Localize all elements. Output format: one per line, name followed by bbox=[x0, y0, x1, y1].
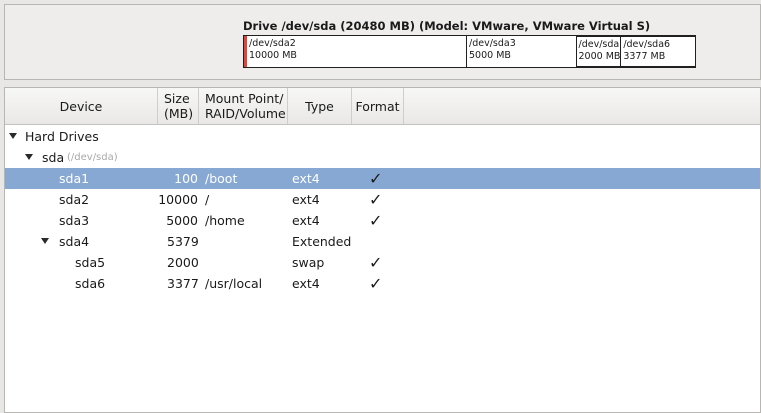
format-check-icon: ✓ bbox=[369, 169, 383, 188]
drive-partition-bar: /dev/sda2 10000 MB /dev/sda3 5000 MB /de… bbox=[243, 35, 696, 68]
filesystem-type: ext4 bbox=[292, 171, 320, 186]
segment-name: /dev/sda3 bbox=[469, 38, 516, 49]
device-name: sda3 bbox=[59, 213, 90, 228]
partition-size: 2000 bbox=[167, 255, 199, 270]
filesystem-type: ext4 bbox=[292, 276, 320, 291]
partition-segment-sda2[interactable]: /dev/sda2 10000 MB bbox=[244, 36, 467, 67]
partition-size: 10000 bbox=[158, 192, 198, 207]
partition-size: 5000 bbox=[166, 213, 198, 228]
drive-title: Drive /dev/sda (20480 MB) (Model: VMware… bbox=[243, 19, 651, 33]
format-check-icon: ✓ bbox=[369, 211, 383, 230]
column-header-mount-point[interactable]: Mount Point/ RAID/Volume bbox=[199, 88, 288, 124]
partition-size: 100 bbox=[174, 171, 198, 186]
partition-row-sda2[interactable]: sda2 10000 / ext4 ✓ bbox=[5, 189, 760, 210]
partition-row-sda4[interactable]: sda4 5379 Extended bbox=[5, 231, 760, 252]
mount-point: / bbox=[205, 192, 210, 207]
segment-name: /dev/sda bbox=[578, 39, 620, 50]
partition-tree-view[interactable]: Device Size (MB) Mount Point/ RAID/Volum… bbox=[4, 87, 761, 413]
partition-segment-sda3[interactable]: /dev/sda3 5000 MB bbox=[467, 36, 577, 67]
segment-size: 3377 MB bbox=[623, 51, 666, 62]
segment-size: 5000 MB bbox=[469, 50, 511, 61]
size-label-line2: (MB) bbox=[164, 106, 194, 121]
tree-row-disk-sda[interactable]: sda (/dev/sda) bbox=[5, 147, 760, 168]
column-header-format-label: Format bbox=[355, 98, 400, 114]
device-name: sda2 bbox=[59, 192, 90, 207]
format-check-icon: ✓ bbox=[369, 274, 383, 293]
partition-row-sda3[interactable]: sda3 5000 /home ext4 ✓ bbox=[5, 210, 760, 231]
disk-path: (/dev/sda) bbox=[67, 152, 118, 163]
column-header-device[interactable]: Device bbox=[5, 88, 158, 124]
segment-name: /dev/sda6 bbox=[623, 39, 671, 50]
mount-point: /boot bbox=[205, 171, 238, 186]
segment-name: /dev/sda2 bbox=[249, 38, 296, 49]
tree-row-hard-drives[interactable]: Hard Drives bbox=[5, 126, 760, 147]
partition-row-sda6[interactable]: sda6 3377 /usr/local ext4 ✓ bbox=[5, 273, 760, 294]
mount-label-line1: Mount Point/ bbox=[205, 91, 284, 106]
partition-segment-sda5[interactable]: /dev/sda 2000 MB bbox=[576, 36, 622, 67]
partition-row-sda5[interactable]: sda5 2000 swap ✓ bbox=[5, 252, 760, 273]
device-name: sda6 bbox=[75, 276, 106, 291]
column-header-bar: Device Size (MB) Mount Point/ RAID/Volum… bbox=[5, 88, 760, 125]
column-header-type[interactable]: Type bbox=[288, 88, 352, 124]
device-name: sda5 bbox=[75, 255, 106, 270]
partition-size: 5379 bbox=[167, 234, 199, 249]
format-check-icon: ✓ bbox=[369, 253, 383, 272]
filesystem-type: swap bbox=[292, 255, 325, 270]
filesystem-type: ext4 bbox=[292, 213, 320, 228]
mount-point: /home bbox=[205, 213, 245, 228]
segment-size: 2000 MB bbox=[578, 51, 621, 62]
device-name: sda1 bbox=[59, 171, 90, 186]
segment-size: 10000 MB bbox=[249, 50, 297, 61]
partition-segment-sda6[interactable]: /dev/sda6 3377 MB bbox=[621, 36, 695, 67]
column-header-type-label: Type bbox=[305, 98, 334, 114]
expander-arrow-icon[interactable] bbox=[25, 154, 33, 160]
format-check-icon: ✓ bbox=[369, 190, 383, 209]
expander-arrow-icon[interactable] bbox=[9, 133, 17, 139]
column-header-format[interactable]: Format bbox=[352, 88, 404, 124]
column-header-size[interactable]: Size (MB) bbox=[158, 88, 199, 124]
device-name: sda4 bbox=[59, 234, 90, 249]
expander-arrow-icon[interactable] bbox=[41, 238, 49, 244]
column-header-size-label: Size (MB) bbox=[164, 91, 193, 121]
disk-name: sda bbox=[42, 150, 65, 165]
drive-map-panel: Drive /dev/sda (20480 MB) (Model: VMware… bbox=[4, 4, 761, 80]
partition-size: 3377 bbox=[167, 276, 199, 291]
filesystem-type: ext4 bbox=[292, 192, 320, 207]
column-header-mount-label: Mount Point/ RAID/Volume bbox=[205, 91, 286, 121]
mount-label-line2: RAID/Volume bbox=[205, 106, 286, 121]
column-header-device-label: Device bbox=[59, 98, 103, 114]
size-label-line1: Size bbox=[164, 91, 190, 106]
mount-point: /usr/local bbox=[205, 276, 263, 291]
group-label: Hard Drives bbox=[25, 129, 99, 144]
partition-row-sda1[interactable]: sda1 100 /boot ext4 ✓ bbox=[5, 168, 760, 189]
filesystem-type: Extended bbox=[292, 234, 352, 249]
